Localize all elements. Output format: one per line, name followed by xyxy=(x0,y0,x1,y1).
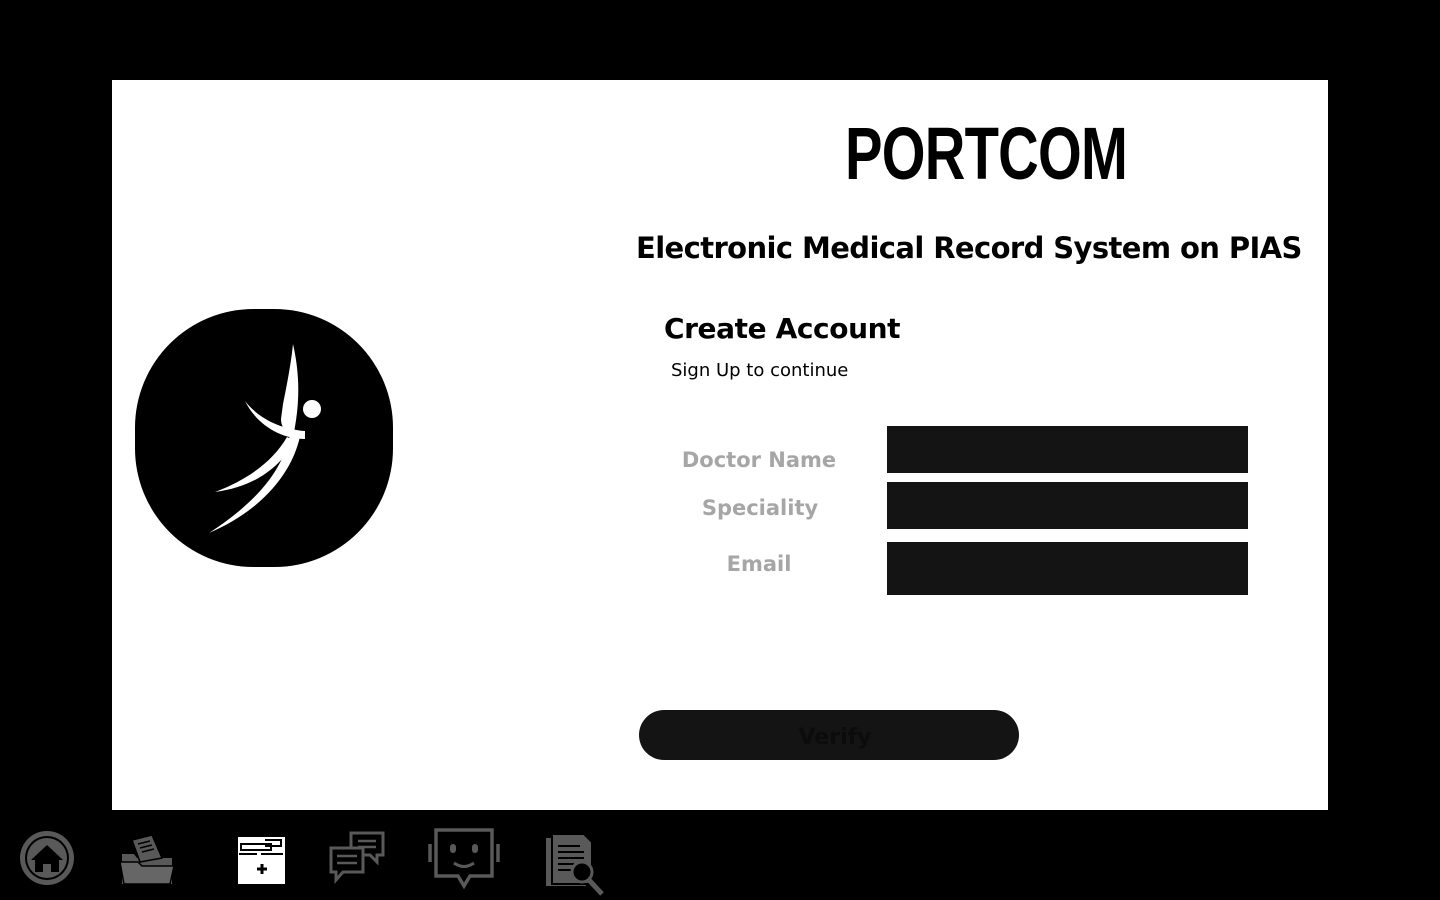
brand-name: PORTCOM xyxy=(845,112,1128,195)
document-search-icon xyxy=(546,833,604,896)
dock-folder-button[interactable] xyxy=(118,832,178,888)
verify-button[interactable]: Verify xyxy=(639,710,1019,760)
form-title: Create Account xyxy=(664,312,901,345)
speciality-input[interactable] xyxy=(887,482,1248,529)
bot-icon xyxy=(428,828,500,890)
doctor-name-label: Doctor Name xyxy=(681,448,837,472)
dock-search-records-button[interactable] xyxy=(544,832,608,898)
dock-chat-button[interactable] xyxy=(329,830,387,886)
medical-record-icon xyxy=(238,837,285,884)
form-subtitle: Sign Up to continue xyxy=(671,360,849,381)
app-logo xyxy=(135,309,393,567)
dancer-logo-icon xyxy=(209,344,321,533)
app-subtitle: Electronic Medical Record System on PIAS xyxy=(636,231,1302,265)
dock-records-button[interactable] xyxy=(237,836,287,886)
email-input[interactable] xyxy=(887,542,1248,595)
folder-icon xyxy=(119,834,175,885)
verify-button-label: Verify xyxy=(798,724,872,750)
speciality-label: Speciality xyxy=(701,496,819,520)
signup-panel: PORTCOM Electronic Medical Record System… xyxy=(112,80,1328,810)
email-label: Email xyxy=(726,552,792,576)
doctor-name-input[interactable] xyxy=(887,426,1248,473)
bottom-dock xyxy=(0,818,1440,900)
dock-home-button[interactable] xyxy=(17,830,77,890)
chat-icon xyxy=(329,831,385,884)
dock-bot-button[interactable] xyxy=(428,826,500,892)
home-icon xyxy=(20,831,74,885)
